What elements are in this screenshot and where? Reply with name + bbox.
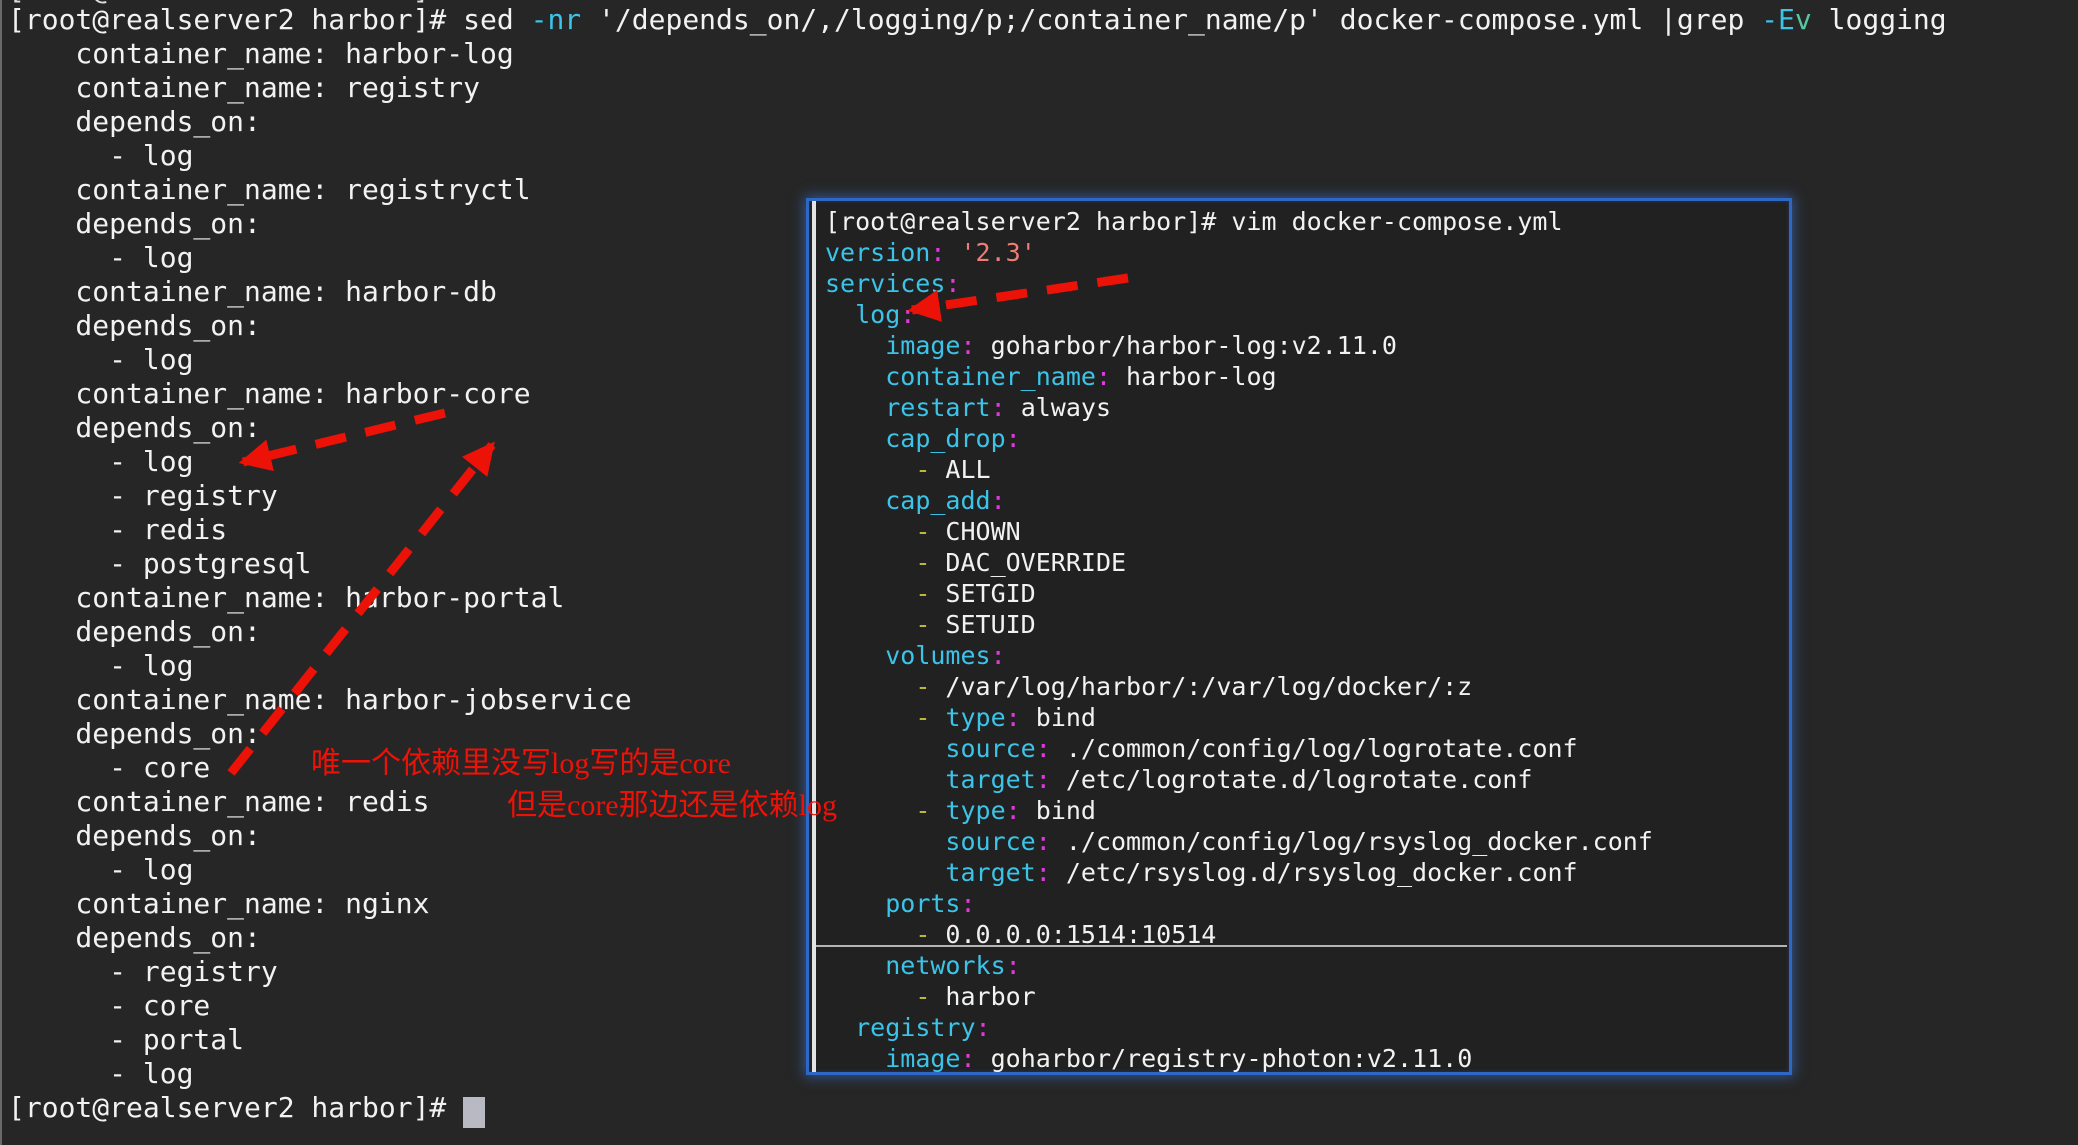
terminal-line: - DAC_OVERRIDE [825, 547, 1789, 578]
horizontal-divider-line [816, 945, 1787, 947]
terminal-line: - ALL [825, 454, 1789, 485]
terminal-line: image: goharbor/registry-photon:v2.11.0 [825, 1043, 1789, 1072]
terminal-line: [root@realserver2 harbor]# sed -nr '/dep… [8, 3, 1947, 37]
terminal-line: cap_drop: [825, 423, 1789, 454]
terminal-line: - SETUID [825, 609, 1789, 640]
terminal-line: - type: bind [825, 702, 1789, 733]
vim-terminal-window[interactable]: [root@realserver2 harbor]# vim docker-co… [806, 198, 1792, 1075]
terminal-line: - CHOWN [825, 516, 1789, 547]
chinese-note-line1: 唯一个依赖里没写log写的是core [311, 745, 731, 783]
terminal-line: networks: [825, 950, 1789, 981]
terminal-line: container_name: harbor-log [825, 361, 1789, 392]
terminal-line: cap_add: [825, 485, 1789, 516]
terminal-line: depends_on: [8, 105, 1947, 139]
prompt-text: [root@realserver2 harbor]# [8, 1091, 463, 1124]
terminal-line: registry: [825, 1012, 1789, 1043]
terminal-line: restart: always [825, 392, 1789, 423]
terminal-line: source: ./common/config/log/logrotate.co… [825, 733, 1789, 764]
terminal-line: - log [8, 139, 1947, 173]
terminal-line: container_name: registry [8, 71, 1947, 105]
terminal-line: services: [825, 268, 1789, 299]
terminal-line: target: /etc/rsyslog.d/rsyslog_docker.co… [825, 857, 1789, 888]
terminal-line: [root@realserver2 harbor]# vim docker-co… [825, 206, 1789, 237]
terminal-line: log: [825, 299, 1789, 330]
terminal-line: container_name: harbor-log [8, 37, 1947, 71]
chinese-note-line2: 但是core那边还是依赖log [507, 787, 837, 825]
terminal-line: version: '2.3' [825, 237, 1789, 268]
terminal-line: image: goharbor/harbor-log:v2.11.0 [825, 330, 1789, 361]
terminal-line: source: ./common/config/log/rsyslog_dock… [825, 826, 1789, 857]
terminal-line: - SETGID [825, 578, 1789, 609]
terminal-line: target: /etc/logrotate.d/logrotate.conf [825, 764, 1789, 795]
terminal-line: - /var/log/harbor/:/var/log/docker/:z [825, 671, 1789, 702]
terminal-screenshot: [root@realserver2 harbor]# [root@realser… [0, 0, 2078, 1145]
cursor-block [463, 1097, 485, 1128]
left-edge-line [0, 0, 2, 1145]
shell-prompt-line[interactable]: [root@realserver2 harbor]# [8, 1091, 485, 1125]
terminal-line: ports: [825, 888, 1789, 919]
terminal-line: volumes: [825, 640, 1789, 671]
terminal-line: - type: bind [825, 795, 1789, 826]
terminal-line: - harbor [825, 981, 1789, 1012]
vim-yaml-content: [root@realserver2 harbor]# vim docker-co… [809, 201, 1789, 1072]
